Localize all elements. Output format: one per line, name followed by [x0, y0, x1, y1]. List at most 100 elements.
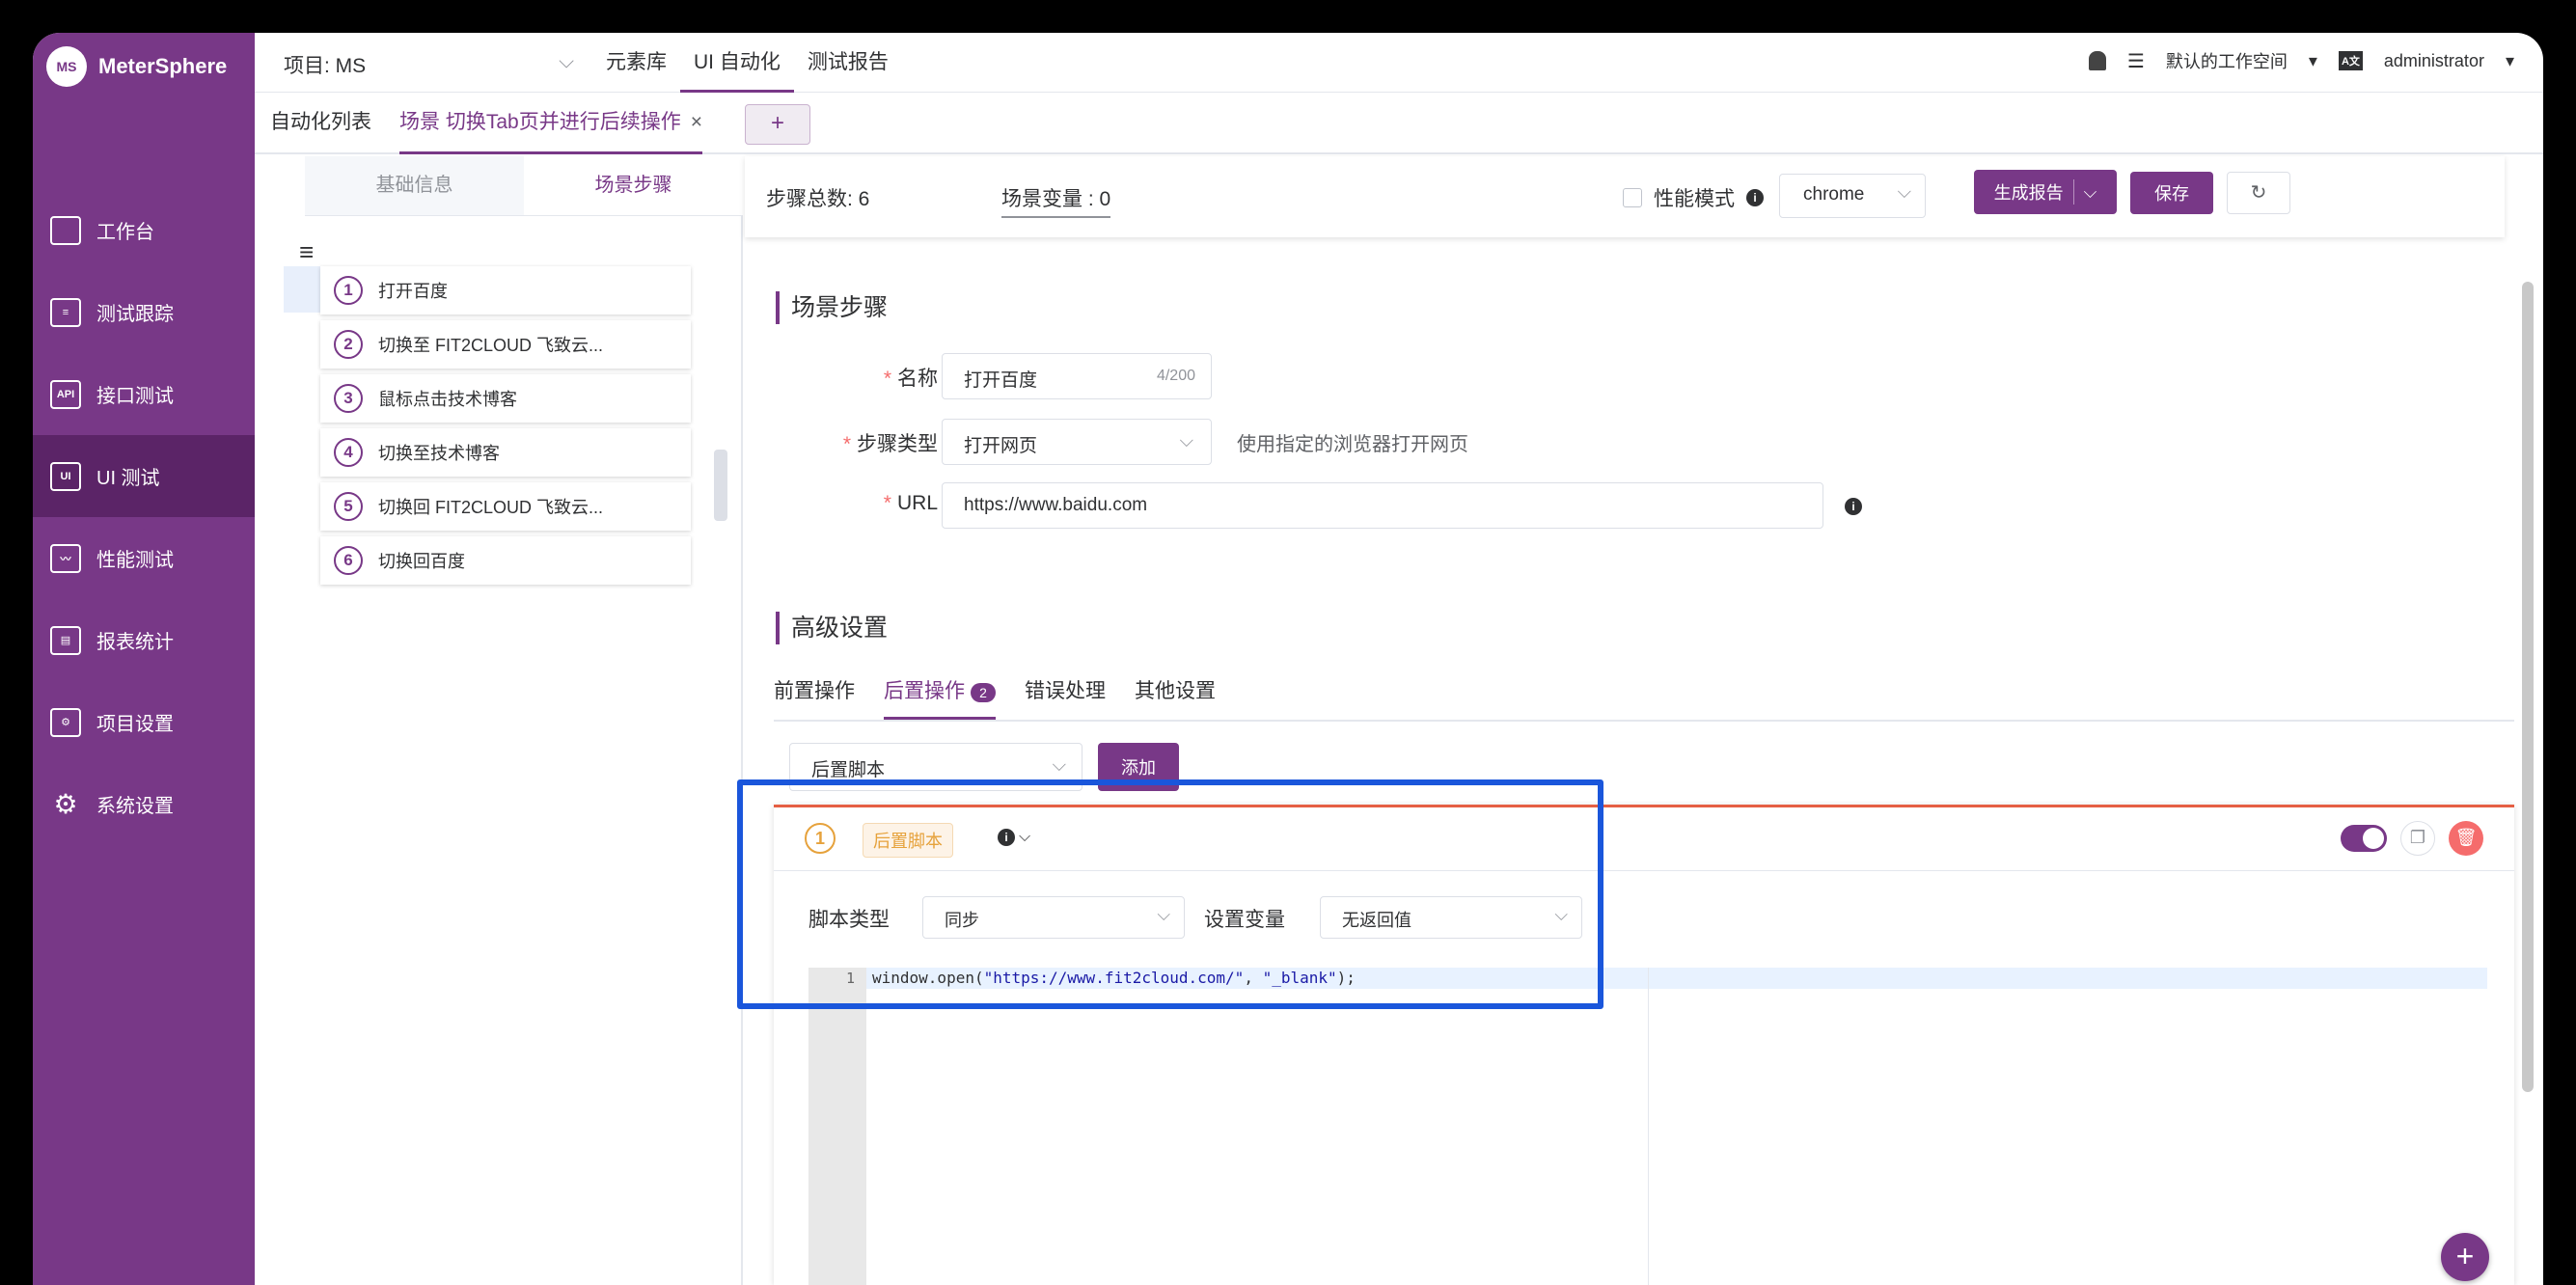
info-icon[interactable]: i — [1746, 189, 1764, 206]
count-badge: 2 — [971, 683, 996, 702]
step-item[interactable]: 5 切换回 FIT2CLOUD 飞致云... — [320, 482, 691, 531]
sidebar-item-label: 测试跟踪 — [96, 304, 174, 325]
sidebar-item-report[interactable]: ▤ 报表统计 — [33, 599, 255, 681]
gear-icon: ⚙ — [53, 789, 78, 819]
script-type-select[interactable]: 同步 ⌵ — [922, 896, 1185, 939]
perf-mode-label: 性能模式 — [1654, 188, 1735, 210]
browser-select[interactable]: chrome ⌵ — [1779, 174, 1926, 218]
set-variable-label: 设置变量 — [1204, 909, 1285, 931]
editor-divider — [1648, 968, 1649, 1285]
sidebar-item-project-settings[interactable]: ⚙ 项目设置 — [33, 681, 255, 763]
sidebar-item-performance[interactable]: 〰 性能测试 — [33, 517, 255, 599]
ui-icon: UI — [50, 461, 81, 491]
info-icon[interactable]: i — [1845, 498, 1862, 515]
tab-scene-label: 场景 切换Tab页并进行后续操作 — [399, 111, 681, 133]
project-label: 项目: MS — [284, 55, 367, 77]
logo[interactable]: MS MeterSphere — [46, 46, 227, 87]
sidebar-item-api-test[interactable]: API 接口测试 — [33, 353, 255, 435]
enable-toggle[interactable] — [2341, 825, 2387, 852]
step-type-select[interactable]: 打开网页 ⌵ — [942, 419, 1212, 465]
copy-icon: ❐ — [2409, 828, 2426, 847]
name-value: 打开百度 — [964, 370, 1038, 391]
tab-basic-info[interactable]: 基础信息 — [305, 156, 524, 215]
chevron-down-icon[interactable]: ⌵ — [2084, 182, 2097, 203]
name-input[interactable]: 打开百度 4/200 — [942, 353, 1212, 399]
card-info[interactable]: i ⌵ — [998, 829, 1030, 846]
chevron-down-icon: ⌵ — [1157, 905, 1170, 924]
caret-down-icon[interactable]: ▾ — [2506, 51, 2514, 71]
set-variable-value: 无返回值 — [1342, 911, 1411, 930]
delete-button[interactable]: 🗑 — [2449, 821, 2483, 856]
scene-toolbar: 步骤总数: 6 场景变量 : 0 性能模式 i chrome ⌵ 生成报告 ⌵ … — [745, 156, 2505, 237]
step-item[interactable]: 1 打开百度 — [320, 266, 691, 314]
step-number: 5 — [334, 492, 363, 521]
step-panel-tabs: 基础信息 场景步骤 — [305, 156, 743, 216]
sidebar-item-test-track[interactable]: ≡ 测试跟踪 — [33, 271, 255, 353]
set-variable-select[interactable]: 无返回值 ⌵ — [1320, 896, 1582, 939]
step-total: 步骤总数: 6 — [766, 188, 870, 210]
workspace-select[interactable]: 默认的工作空间 — [2166, 48, 2288, 73]
copy-button[interactable]: ❐ — [2400, 821, 2435, 856]
refresh-button[interactable]: ↻ — [2227, 172, 2290, 214]
save-button[interactable]: 保存 — [2130, 172, 2213, 214]
language-icon[interactable]: A文 — [2338, 51, 2363, 70]
scrollbar[interactable] — [2522, 282, 2534, 1092]
tab-pre-operation[interactable]: 前置操作 — [774, 668, 855, 720]
url-input[interactable]: https://www.baidu.com — [942, 482, 1823, 529]
step-item[interactable]: 4 切换至技术博客 — [320, 428, 691, 477]
step-item[interactable]: 2 切换至 FIT2CLOUD 飞致云... — [320, 320, 691, 369]
post-operation-select[interactable]: 后置脚本 ⌵ — [789, 743, 1082, 791]
post-script-card: 1 后置脚本 i ⌵ ❐ 🗑 脚本类型 同步 ⌵ 设置变量 无返回值 ⌵ 1 w… — [774, 805, 2514, 1285]
name-label-text: 名称 — [897, 368, 938, 390]
tab-scene[interactable]: 场景 切换Tab页并进行后续操作 × — [399, 93, 702, 154]
nav-element-library[interactable]: 元素库 — [592, 46, 680, 93]
step-selection-marker — [284, 266, 322, 313]
close-icon[interactable]: × — [691, 111, 702, 133]
step-item[interactable]: 3 鼠标点击技术博客 — [320, 374, 691, 423]
clipboard-icon: ≡ — [50, 297, 81, 327]
tab-post-operation[interactable]: 后置操作 2 — [884, 668, 996, 720]
chart-icon: 〰 — [50, 543, 81, 573]
user-menu[interactable]: administrator — [2384, 51, 2484, 71]
sidebar-item-workbench[interactable]: 工作台 — [33, 189, 255, 271]
project-select[interactable]: 项目: MS ⌵ — [284, 50, 574, 79]
sidebar-item-system-settings[interactable]: ⚙ 系统设置 — [33, 763, 255, 845]
code-string: "https://www.fit2cloud.com/" — [983, 969, 1245, 987]
name-label: * 名称 — [745, 363, 938, 392]
add-fab-button[interactable]: + — [2441, 1233, 2489, 1281]
api-icon: API — [50, 379, 81, 409]
caret-down-icon[interactable]: ▾ — [2309, 51, 2317, 71]
tab-error-handling[interactable]: 错误处理 — [1025, 668, 1106, 720]
step-item[interactable]: 6 切换回百度 — [320, 536, 691, 585]
scene-variables-link[interactable]: 场景变量 : 0 — [1001, 183, 1111, 218]
url-value: https://www.baidu.com — [964, 495, 1148, 515]
sidebar-item-label: UI 测试 — [96, 468, 160, 489]
step-number: 2 — [334, 330, 363, 359]
char-count: 4/200 — [1156, 368, 1195, 384]
url-label: * URL — [745, 492, 938, 515]
perf-mode-checkbox[interactable] — [1623, 188, 1642, 207]
tab-scene-steps[interactable]: 场景步骤 — [524, 156, 743, 215]
tab-automation-list[interactable]: 自动化列表 — [270, 93, 371, 154]
script-type-value: 同步 — [945, 911, 979, 930]
bell-icon[interactable] — [2088, 51, 2106, 70]
generate-report-button[interactable]: 生成报告 ⌵ — [1974, 170, 2117, 214]
sidebar-item-ui-test[interactable]: UI UI 测试 — [33, 435, 255, 517]
refresh-icon: ↻ — [2250, 182, 2267, 204]
nav-test-report[interactable]: 测试报告 — [794, 46, 902, 93]
code-editor[interactable]: 1 window.open("https://www.fit2cloud.com… — [808, 958, 2487, 1285]
main-content: 步骤总数: 6 场景变量 : 0 性能模式 i chrome ⌵ 生成报告 ⌵ … — [745, 156, 2543, 1285]
menu-icon[interactable]: ≡ — [299, 237, 314, 267]
nav-ui-automation[interactable]: UI 自动化 — [680, 46, 794, 93]
tab-other-settings[interactable]: 其他设置 — [1135, 668, 1216, 720]
code-line[interactable]: window.open("https://www.fit2cloud.com/"… — [872, 968, 1356, 989]
section-title-scene-steps: 场景步骤 — [776, 291, 888, 324]
step-list: 1 打开百度 2 切换至 FIT2CLOUD 飞致云... 3 鼠标点击技术博客… — [320, 266, 691, 590]
panel-collapse-handle[interactable] — [714, 450, 727, 521]
add-button[interactable]: 添加 — [1098, 743, 1179, 791]
report-icon: ▤ — [50, 625, 81, 655]
add-tab-button[interactable]: + — [745, 104, 810, 145]
chevron-down-icon: ⌵ — [1179, 431, 1193, 451]
sidebar-item-label: 项目设置 — [96, 714, 174, 735]
step-number: 1 — [334, 276, 363, 305]
